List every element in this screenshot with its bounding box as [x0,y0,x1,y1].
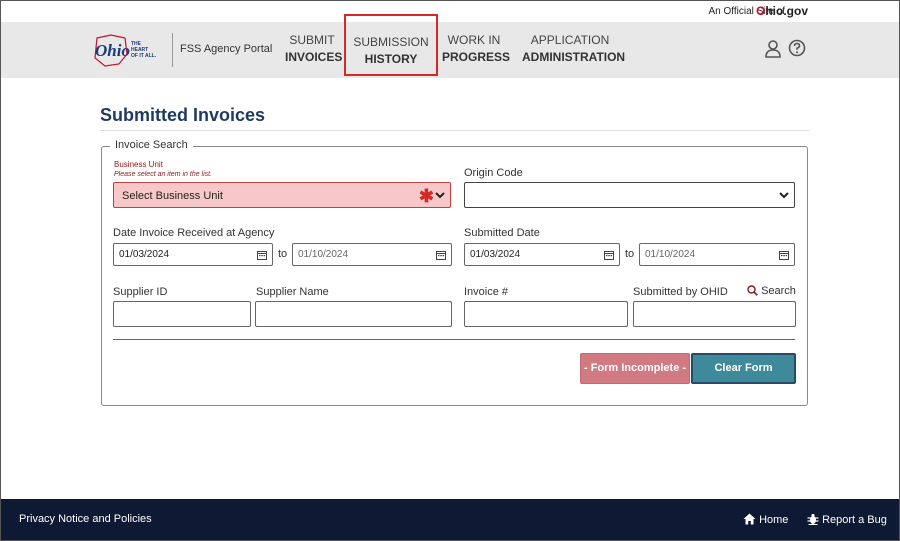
search-icon [747,285,758,296]
date-value: 01/03/2024 [470,249,521,260]
ohio-logo[interactable]: Ohio THE HEART OF IT ALL. [91,32,163,68]
portal-name[interactable]: FSS Agency Portal [180,43,272,55]
date-received-label: Date Invoice Received at Agency [113,227,275,239]
form-divider [113,339,795,340]
nav-line1: WORK IN [447,33,501,47]
date-received-to-input[interactable]: 01/10/2024 [292,243,452,266]
nav-submission-history[interactable]: SUBMISSION HISTORY [344,14,438,76]
submitted-by-label: Submitted by OHID [633,286,728,298]
page-title: Submitted Invoices [100,105,266,125]
site-header: Ohio THE HEART OF IT ALL. FSS Agency Por… [1,14,899,78]
ohid-search-link[interactable]: Search [747,285,796,297]
origin-code-label: Origin Code [464,167,523,179]
site-footer: Privacy Notice and Policies Home Report … [1,499,899,540]
privacy-link[interactable]: Privacy Notice and Policies [19,513,152,525]
supplier-name-label: Supplier Name [256,286,329,298]
form-incomplete-button[interactable]: - Form Incomplete - [580,353,690,384]
supplier-id-label: Supplier ID [113,286,168,298]
svg-text:OF IT ALL.: OF IT ALL. [131,53,157,59]
report-bug-label: Report a Bug [822,514,887,526]
bug-icon [807,513,819,525]
invoice-number-input[interactable] [464,301,628,327]
clear-form-button[interactable]: Clear Form [691,353,796,384]
submitted-date-from-input[interactable]: 01/03/2024 [464,243,620,266]
nav-line1: SUBMIT [289,33,335,47]
user-icon[interactable] [764,39,782,59]
chevron-down-icon [435,192,445,199]
report-bug-link[interactable]: Report a Bug [807,513,887,526]
official-site-bar: An Official Site of Ohio.gov [1,1,899,22]
search-link-label: Search [761,285,796,297]
ohio-gov-rest: hio.gov [765,4,808,18]
chevron-down-icon [779,192,789,199]
nav-line2: ADMINISTRATION [522,50,626,64]
date-value: 01/10/2024 [645,249,696,260]
nav-application-administration[interactable]: APPLICATION ADMINISTRATION [522,32,626,66]
supplier-id-input[interactable] [113,301,251,327]
calendar-icon[interactable] [779,250,789,260]
ohio-gov-o: O [755,4,766,18]
nav-line2: PROGRESS [442,50,511,64]
calendar-icon[interactable] [257,250,267,260]
home-label: Home [759,514,789,526]
nav-line2: INVOICES [285,50,343,64]
home-icon [743,513,756,525]
submitted-date-to-label: to [625,248,635,260]
required-asterisk-icon: ✱ [418,186,434,206]
business-unit-select[interactable]: Select Business Unit ✱ [113,182,451,208]
supplier-name-input[interactable] [255,301,452,327]
logo-divider [172,33,173,67]
nav-work-in-progress[interactable]: WORK IN PROGRESS [442,32,511,66]
submitted-date-to-input[interactable]: 01/10/2024 [639,243,795,266]
business-unit-label: Business Unit [114,160,163,169]
nav-line1: SUBMISSION [353,35,429,49]
calendar-icon[interactable] [604,250,614,260]
nav-submit-invoices[interactable]: SUBMIT INVOICES [285,32,343,66]
svg-text:Ohio: Ohio [95,41,130,60]
submitted-date-label: Submitted Date [464,227,540,239]
ohio-gov-link[interactable]: Ohio.gov [756,4,808,18]
business-unit-error: Please select an item in the list. [114,171,213,178]
submitted-by-input[interactable] [633,301,796,327]
invoice-search-legend: Invoice Search [110,139,193,151]
date-received-from-input[interactable]: 01/03/2024 [113,243,273,266]
origin-code-select[interactable] [464,182,795,208]
calendar-icon[interactable] [436,250,446,260]
date-value: 01/10/2024 [298,249,349,260]
business-unit-value: Select Business Unit [122,190,223,202]
invoice-number-label: Invoice # [464,286,509,298]
date-value: 01/03/2024 [119,249,170,260]
help-icon[interactable] [788,39,806,57]
nav-line1: APPLICATION [530,33,610,47]
nav-line2: HISTORY [364,52,418,66]
home-link[interactable]: Home [743,513,788,526]
title-divider [100,130,810,131]
date-received-to-label: to [278,248,288,260]
